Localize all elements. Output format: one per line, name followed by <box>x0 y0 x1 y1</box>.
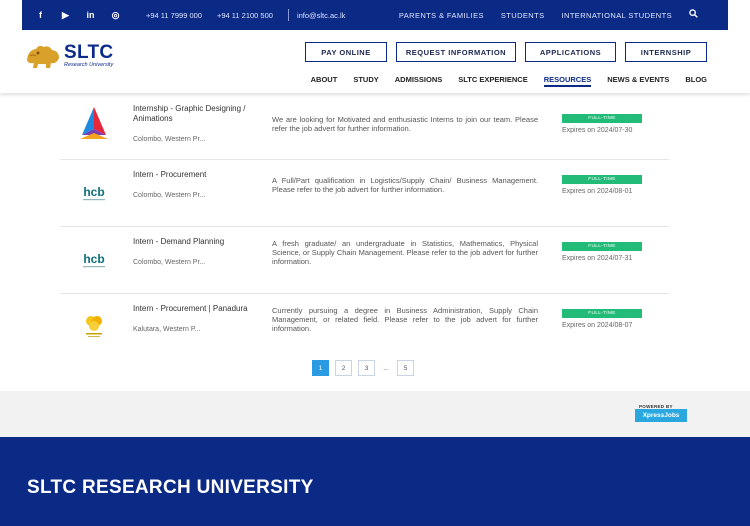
page-5-button[interactable]: 5 <box>397 360 414 376</box>
main-nav: ABOUT STUDY ADMISSIONS SLTC EXPERIENCE R… <box>295 75 707 87</box>
job-type-badge: FULL-TIME <box>562 309 642 318</box>
job-row[interactable]: Internship - Graphic Designing / Animati… <box>60 93 669 160</box>
divider <box>287 9 289 21</box>
phone-secondary[interactable]: +94 11 2100 500 <box>217 11 273 20</box>
job-description: A Full/Part qualification in Logistics/S… <box>272 176 538 194</box>
pagination: 1 2 3 ... 5 <box>312 360 420 376</box>
site-header: SLTC Research University PAY ONLINE REQU… <box>0 30 750 93</box>
top-bar: f ▶ in ◎ +94 11 7999 000 +94 11 2100 500… <box>22 0 728 30</box>
page-1-button[interactable]: 1 <box>312 360 329 376</box>
job-type-badge: FULL-TIME <box>562 114 642 123</box>
svg-text:hcb: hcb <box>83 185 104 199</box>
job-location: Colombo, Western Pr... <box>133 136 206 143</box>
job-expiry: Expires on 2024/07-31 <box>562 255 633 262</box>
job-title[interactable]: Intern - Procurement | Panadura <box>133 304 268 314</box>
svg-text:hcb: hcb <box>83 252 104 266</box>
job-title[interactable]: Internship - Graphic Designing / Animati… <box>133 104 268 124</box>
link-students[interactable]: STUDENTS <box>501 11 545 20</box>
sltc-logo[interactable]: SLTC Research University <box>24 42 113 70</box>
job-description: Currently pursuing a degree in Business … <box>272 306 538 333</box>
job-title[interactable]: Intern - Demand Planning <box>133 237 268 247</box>
xpressjobs-logo[interactable]: XpressJobs <box>635 409 687 422</box>
footer-title: SLTC RESEARCH UNIVERSITY <box>27 477 314 498</box>
email-link[interactable]: info@sltc.ac.lk <box>297 11 345 20</box>
nav-sltc-experience[interactable]: SLTC EXPERIENCE <box>458 75 527 87</box>
nav-about[interactable]: ABOUT <box>311 75 338 87</box>
job-row[interactable]: hcb Intern - Procurement Colombo, Wester… <box>60 160 669 227</box>
job-row[interactable]: Intern - Procurement | Panadura Kalutara… <box>60 294 669 341</box>
logo-tagline: Research University <box>64 62 114 68</box>
facebook-icon[interactable]: f <box>28 0 53 30</box>
job-location: Kalutara, Western P... <box>133 326 201 333</box>
yellow-flower-logo <box>70 306 118 341</box>
colorful-triangle-logo <box>70 104 118 144</box>
job-expiry: Expires on 2024/07-30 <box>562 127 633 134</box>
link-parents-families[interactable]: PARENTS & FAMILIES <box>399 11 484 20</box>
job-location: Colombo, Western Pr... <box>133 192 206 199</box>
search-icon[interactable] <box>689 9 698 21</box>
job-location: Colombo, Western Pr... <box>133 259 206 266</box>
nav-resources[interactable]: RESOURCES <box>543 75 592 87</box>
page-3-button[interactable]: 3 <box>358 360 375 376</box>
job-description: We are looking for Motivated and enthusi… <box>272 115 538 133</box>
youtube-icon[interactable]: ▶ <box>53 0 78 30</box>
phone-primary[interactable]: +94 11 7999 000 <box>146 11 202 20</box>
cta-buttons: PAY ONLINE REQUEST INFORMATION APPLICATI… <box>296 42 707 62</box>
job-expiry: Expires on 2024/08-07 <box>562 322 633 329</box>
pay-online-button[interactable]: PAY ONLINE <box>305 42 387 62</box>
pagination-ellipsis: ... <box>383 364 389 372</box>
site-footer: SLTC RESEARCH UNIVERSITY <box>0 437 750 526</box>
applications-button[interactable]: APPLICATIONS <box>525 42 616 62</box>
job-row[interactable]: hcb Intern - Demand Planning Colombo, We… <box>60 227 669 294</box>
job-title[interactable]: Intern - Procurement <box>133 170 268 180</box>
request-information-button[interactable]: REQUEST INFORMATION <box>396 42 516 62</box>
hcb-logo: hcb <box>70 174 118 214</box>
page: f ▶ in ◎ +94 11 7999 000 +94 11 2100 500… <box>0 0 750 526</box>
powered-by-strip: POWERED BY XpressJobs <box>0 391 750 437</box>
lion-emblem-icon <box>27 45 59 68</box>
job-expiry: Expires on 2024/08-01 <box>562 188 633 195</box>
logo-wordmark: SLTC <box>64 42 114 63</box>
link-international-students[interactable]: INTERNATIONAL STUDENTS <box>562 11 672 20</box>
page-2-button[interactable]: 2 <box>335 360 352 376</box>
hcb-logo: hcb <box>70 241 118 281</box>
nav-admissions[interactable]: ADMISSIONS <box>395 75 443 87</box>
nav-blog[interactable]: BLOG <box>685 75 707 87</box>
job-type-badge: FULL-TIME <box>562 175 642 184</box>
internship-button[interactable]: INTERNSHIP <box>625 42 707 62</box>
job-description: A fresh graduate/ an undergraduate in St… <box>272 239 538 266</box>
instagram-icon[interactable]: ◎ <box>103 0 128 30</box>
nav-study[interactable]: STUDY <box>353 75 378 87</box>
audience-links: PARENTS & FAMILIES STUDENTS INTERNATIONA… <box>399 9 728 21</box>
job-listing: Internship - Graphic Designing / Animati… <box>60 93 669 341</box>
contact-info: +94 11 7999 000 +94 11 2100 500 info@slt… <box>146 9 360 21</box>
nav-news-events[interactable]: NEWS & EVENTS <box>607 75 669 87</box>
social-links: f ▶ in ◎ <box>22 0 128 30</box>
job-type-badge: FULL-TIME <box>562 242 642 251</box>
linkedin-icon[interactable]: in <box>78 0 103 30</box>
